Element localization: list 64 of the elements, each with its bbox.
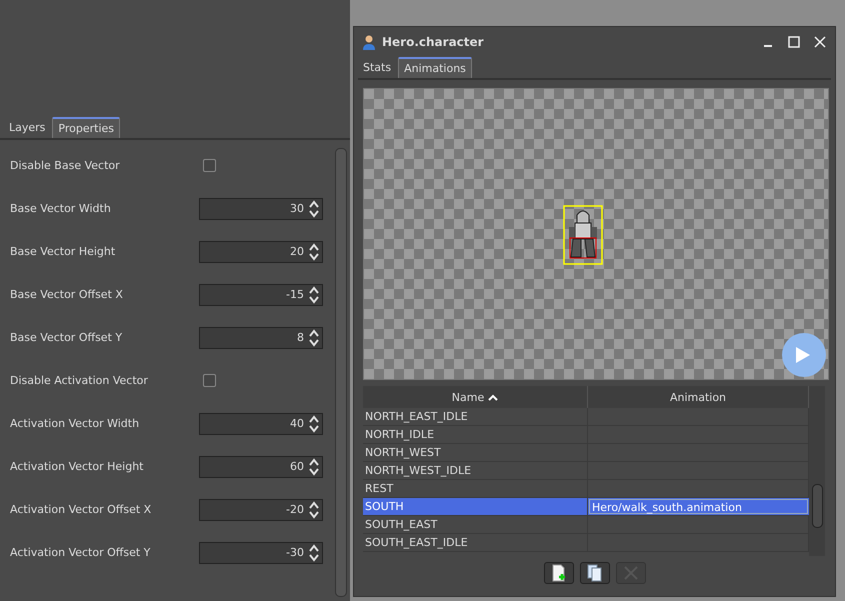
number-spinner[interactable]: 20 (199, 240, 323, 262)
property-label: Base Vector Offset Y (10, 331, 124, 344)
table-row[interactable]: SOUTH_EAST_IDLE (363, 534, 809, 552)
sort-caret-icon (488, 394, 498, 400)
spinner-arrows-icon[interactable] (308, 242, 320, 260)
maximize-icon[interactable] (788, 36, 800, 48)
number-spinner[interactable]: 40 (199, 412, 323, 434)
table-cell: SOUTH_EAST (363, 516, 588, 533)
property-label: Activation Vector Offset X (10, 503, 152, 516)
property-label: Disable Activation Vector (10, 374, 149, 387)
property-label: Activation Vector Offset Y (10, 546, 152, 559)
property-label: Activation Vector Height (10, 460, 144, 473)
number-spinner[interactable]: 30 (199, 198, 323, 220)
table-cell: NORTH_WEST_IDLE (363, 462, 588, 479)
toolbar-button[interactable] (580, 562, 610, 584)
spinner-arrows-icon[interactable] (308, 414, 320, 432)
scrollbar[interactable] (335, 148, 347, 597)
play-button[interactable] (782, 333, 826, 377)
number-spinner[interactable]: -20 (199, 498, 323, 520)
window-tab[interactable]: Animations (398, 57, 472, 78)
person-icon (362, 34, 376, 50)
property-label: Disable Base Vector (10, 159, 121, 172)
checkbox[interactable] (203, 374, 216, 387)
table-row[interactable]: SOUTH Hero/walk_south.animation (363, 498, 809, 516)
new-file-icon (550, 564, 566, 582)
table-cell: NORTH_WEST (363, 444, 588, 461)
table-row[interactable]: NORTH_EAST_IDLE (363, 408, 809, 426)
spinner-arrows-icon[interactable] (308, 328, 320, 346)
delete-icon (622, 564, 638, 582)
number-spinner[interactable]: 8 (199, 326, 323, 348)
property-label: Base Vector Height (10, 245, 116, 258)
property-label: Activation Vector Width (10, 417, 140, 430)
spinner-arrows-icon[interactable] (308, 200, 320, 218)
panel-tab[interactable]: Layers (4, 117, 50, 138)
property-label: Base Vector Width (10, 202, 112, 215)
play-icon (795, 346, 811, 364)
table-cell: NORTH_IDLE (363, 426, 588, 443)
table-cell: SOUTH (363, 498, 588, 515)
window-title: Hero.character (382, 35, 484, 49)
number-spinner[interactable]: -30 (199, 542, 323, 564)
copy-icon (586, 564, 602, 582)
table-cell: Hero/walk_south.animation (589, 499, 808, 514)
spinner-arrows-icon[interactable] (308, 544, 320, 562)
column-header[interactable]: Name (363, 386, 588, 408)
table-row[interactable]: SOUTH_EAST (363, 516, 809, 534)
knight-sprite-drawing (563, 205, 603, 265)
number-spinner[interactable]: 60 (199, 456, 323, 478)
property-label: Base Vector Offset X (10, 288, 124, 301)
toolbar-button[interactable] (544, 562, 574, 584)
scrollbar-thumb[interactable] (812, 484, 822, 528)
table-cell: SOUTH_EAST_IDLE (363, 534, 588, 551)
checkbox[interactable] (203, 159, 216, 172)
table-cell: REST (363, 480, 588, 497)
close-icon[interactable] (814, 36, 826, 48)
spinner-arrows-icon[interactable] (308, 458, 320, 476)
spinner-arrows-icon[interactable] (308, 500, 320, 518)
table-row[interactable]: NORTH_WEST (363, 444, 809, 462)
table-row[interactable]: NORTH_WEST_IDLE (363, 462, 809, 480)
table-cell: NORTH_EAST_IDLE (363, 408, 588, 425)
panel-tab[interactable]: Properties (52, 117, 120, 138)
window-tab[interactable]: Stats (358, 57, 396, 78)
spinner-arrows-icon[interactable] (308, 286, 320, 304)
table-row[interactable]: NORTH_IDLE (363, 426, 809, 444)
number-spinner[interactable]: -15 (199, 284, 323, 306)
